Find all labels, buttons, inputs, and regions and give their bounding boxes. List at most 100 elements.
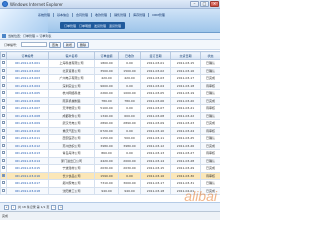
nav-item-payments[interactable]: 收款管理 [95,13,107,17]
table-cell: 2000.00 [118,156,141,165]
table-cell: 2011-03-15 [140,164,171,173]
row-checkbox[interactable] [2,166,5,170]
table-row[interactable]: OD-2011-03-015 宁波建材公司 2030.00 2030.00 2011-0… [0,164,220,173]
maximize-button[interactable]: □ [200,1,209,7]
table-cell: 郑州家电公司 [48,179,95,188]
column-header[interactable]: 订单金额 [94,51,119,60]
table-cell: 2011-03-20 [170,96,201,105]
table-cell[interactable]: OD-2011-03-018 [6,186,49,195]
table-cell: 2030.00 [94,164,119,173]
table-row[interactable]: OD-2011-03-002 北京贸易公司 3500.00 1500.00 2011-0… [0,66,220,75]
table-row[interactable]: OD-2011-03-013 青岛海洋公司 860.00 0.00 2011-03-13… [0,149,220,158]
prev-page-button[interactable]: ‹ [11,204,16,210]
table-cell[interactable]: OD-2011-03-002 [6,66,49,75]
row-checkbox[interactable] [2,158,5,162]
table-cell: 420.00 [94,74,119,83]
subnav-item-returns[interactable]: 退货管理 [109,24,121,28]
column-header[interactable]: 客户名称 [48,51,95,60]
nav-item-contracts[interactable]: 合同管理 [76,13,88,17]
table-row[interactable]: OD-2011-03-007 天津物流公司 5100.00 0.00 2011-03-0… [0,104,220,113]
table-row[interactable]: OD-2011-03-012 苏州纺织公司 3980.00 3980.00 2011-0… [0,141,220,150]
table-row[interactable]: OD-2011-03-011 西安医药公司 1150.00 500.00 2011-03… [0,134,220,143]
table-cell[interactable]: OD-2011-03-005 [6,89,49,98]
delete-button[interactable]: 删除 [77,41,90,48]
table-cell[interactable]: OD-2011-03-003 [6,74,49,83]
row-checkbox[interactable] [2,128,5,132]
last-page-button[interactable]: » [58,204,64,210]
table-cell: 2011-03-15 [170,59,201,68]
row-checkbox[interactable] [2,121,5,125]
table-row[interactable]: OD-2011-03-016 长沙食品公司 1590.00 0.00 2011-03-1… [0,171,220,180]
add-button[interactable]: 新增 [63,41,76,48]
table-row[interactable]: OD-2011-03-014 厦门进出口公司 4420.00 2000.00 2011-… [0,156,220,165]
table-cell: 1800.00 [94,59,119,68]
table-row[interactable]: OD-2011-03-017 郑州家电公司 7310.00 3000.00 2011-0… [0,179,220,188]
table-row[interactable]: OD-2011-03-010 重庆汽配公司 6720.00 0.00 2011-03-1… [0,126,220,135]
row-checkbox[interactable] [2,76,5,80]
table-row[interactable]: OD-2011-03-006 南京机械制造 780.00 780.00 2011-03-… [0,96,220,105]
table-cell: 已确认 [200,134,220,143]
table-row[interactable]: OD-2011-03-003 广州电子有限公司 420.00 420.00 2011-0… [0,74,220,83]
table-cell[interactable]: OD-2011-03-010 [6,126,49,135]
row-checkbox[interactable] [2,136,5,140]
row-checkbox[interactable] [2,83,5,87]
window-title: Windows Internet Explorer [10,1,63,7]
subnav-item-order-details[interactable]: 订单明细 [79,24,91,28]
table-cell: 3980.00 [118,141,141,150]
nav-item-sales[interactable]: 销售管理 [114,13,126,17]
row-checkbox[interactable] [2,173,5,177]
order-number-input[interactable] [21,42,48,47]
table-row[interactable]: OD-2011-03-005 杭州网络科技 2260.00 1000.00 2011-0… [0,89,220,98]
table-row[interactable]: OD-2011-03-008 成都软件公司 1340.00 600.00 2011-03… [0,111,220,120]
column-header[interactable]: 签订日期 [140,51,171,60]
column-header[interactable]: 交货日期 [170,51,201,60]
browser-status-bar: 完成 [0,211,220,220]
row-checkbox[interactable] [2,68,5,72]
table-cell: 2260.00 [94,89,119,98]
nav-item-inventory[interactable]: 库存管理 [133,13,145,17]
row-checkbox[interactable] [2,98,5,102]
row-checkbox[interactable] [2,143,5,147]
close-button[interactable]: × [210,1,219,7]
table-cell[interactable]: OD-2011-03-015 [6,164,49,173]
table-row[interactable]: OD-2011-03-001 上海科技有限公司 1800.00 0.00 2011-03… [0,59,220,68]
nav-item-basic-info[interactable]: 基本信息 [57,13,69,17]
subnav-item-orders[interactable]: 订单管理 [64,24,76,28]
table-cell[interactable]: OD-2011-03-013 [6,149,49,158]
row-checkbox[interactable] [2,61,5,65]
table-cell[interactable]: OD-2011-03-009 [6,119,49,128]
table-row[interactable]: OD-2011-03-009 武汉光电公司 2890.00 2890.00 2011-0… [0,119,220,128]
nav-item-system[interactable]: 系统管理 [38,13,50,17]
column-header[interactable]: 订单编号 [6,51,49,60]
first-page-button[interactable]: « [4,204,9,210]
table-cell[interactable]: OD-2011-03-014 [6,156,49,165]
row-checkbox[interactable] [2,151,5,155]
row-checkbox[interactable] [2,188,5,192]
column-header[interactable]: 已收款 [118,51,141,60]
table-cell[interactable]: OD-2011-03-006 [6,96,49,105]
row-checkbox[interactable] [2,106,5,110]
nav-item-crm[interactable]: CRM管理 [152,13,165,17]
column-header[interactable]: 状态 [200,51,220,60]
table-row[interactable]: OD-2011-03-004 深圳实业公司 9600.00 0.00 2011-03-0… [0,81,220,90]
subnav-item-shipping[interactable]: 发货管理 [94,24,106,28]
table-cell[interactable]: OD-2011-03-017 [6,179,49,188]
table-cell[interactable]: OD-2011-03-011 [6,134,49,143]
select-all-checkbox[interactable] [2,53,5,57]
table-cell[interactable]: OD-2011-03-016 [6,171,49,180]
table-cell: 2011-03-06 [140,96,171,105]
row-checkbox[interactable] [2,181,5,185]
table-cell[interactable]: OD-2011-03-001 [6,59,49,68]
table-cell[interactable]: OD-2011-03-008 [6,111,49,120]
table-cell[interactable]: OD-2011-03-012 [6,141,49,150]
nav-divider [53,12,55,17]
table-cell: 940.00 [94,186,119,195]
minimize-button[interactable]: – [190,1,199,7]
row-checkbox[interactable] [2,91,5,95]
row-checkbox[interactable] [2,113,5,117]
table-cell[interactable]: OD-2011-03-004 [6,81,49,90]
search-button[interactable]: 查询 [49,41,62,48]
table-cell[interactable]: OD-2011-03-007 [6,104,49,113]
next-page-button[interactable]: › [51,204,57,210]
table-cell: 2011-03-13 [140,149,171,158]
